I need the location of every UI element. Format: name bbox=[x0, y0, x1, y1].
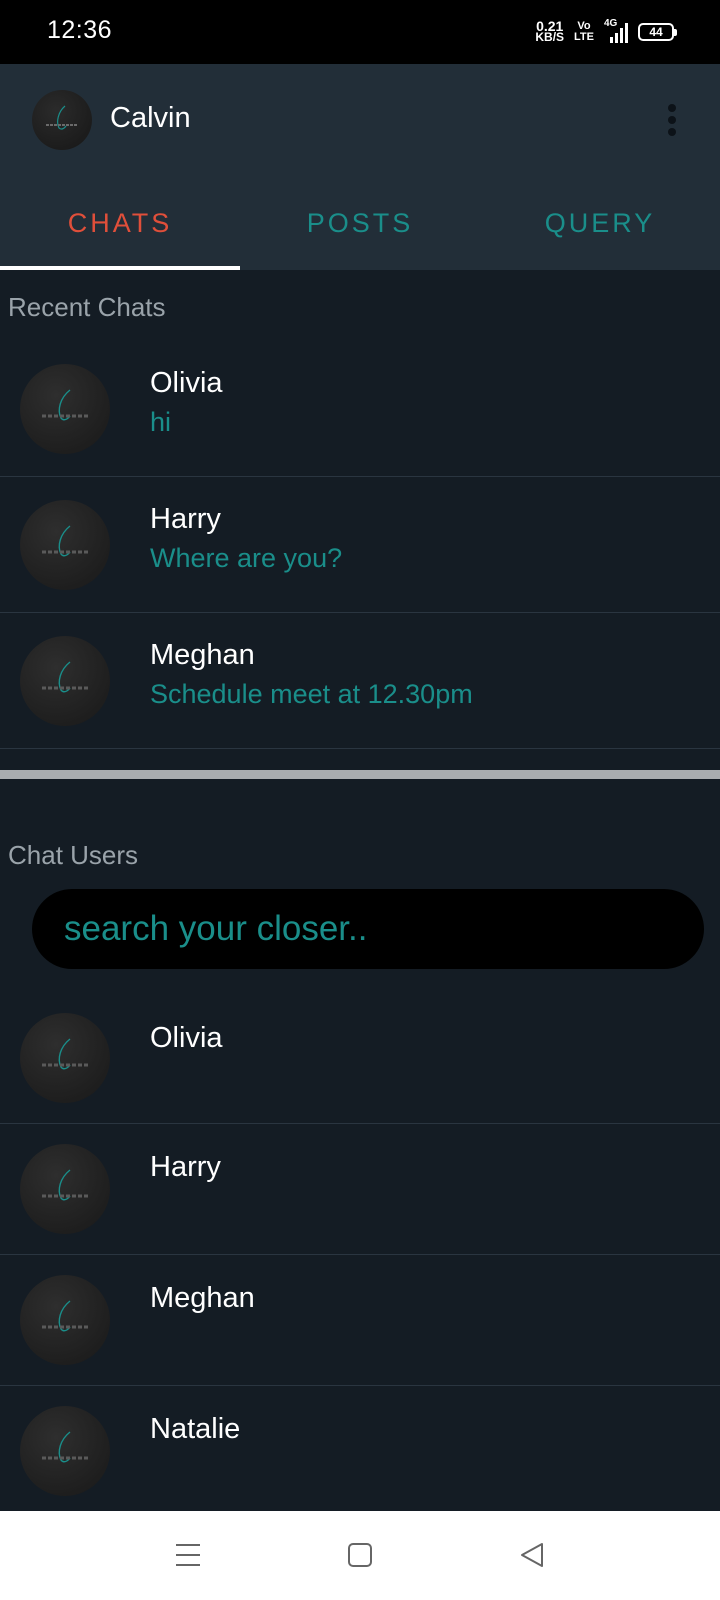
user-name: Meghan bbox=[150, 1282, 255, 1314]
avatar-logo-icon bbox=[42, 1431, 88, 1463]
back-triangle-icon[interactable] bbox=[510, 1533, 554, 1577]
chat-users-title: Chat Users bbox=[8, 840, 139, 870]
profile-avatar[interactable] bbox=[32, 90, 92, 150]
chat-name: Harry bbox=[150, 503, 221, 535]
avatar-logo-icon bbox=[42, 525, 88, 557]
avatar bbox=[20, 500, 110, 590]
search-input[interactable] bbox=[64, 909, 704, 949]
system-nav-bar bbox=[0, 1511, 720, 1600]
more-vert-icon[interactable] bbox=[660, 100, 684, 140]
chat-user-row[interactable]: Harry bbox=[0, 1124, 720, 1255]
avatar-logo-icon bbox=[42, 661, 88, 693]
chat-user-row[interactable]: Natalie bbox=[0, 1386, 720, 1511]
avatar bbox=[20, 364, 110, 454]
status-time: 12:36 bbox=[47, 16, 113, 44]
network-speed: 0.21 KB/S bbox=[535, 18, 565, 44]
avatar-logo-icon bbox=[42, 1169, 88, 1201]
recent-chat-row[interactable]: Harry Where are you? bbox=[0, 477, 720, 613]
tab-query[interactable]: QUERY bbox=[480, 176, 720, 270]
chat-last-message: Where are you? bbox=[150, 543, 343, 573]
section-divider bbox=[0, 770, 720, 779]
avatar bbox=[20, 1144, 110, 1234]
avatar-logo-icon bbox=[42, 389, 88, 421]
volte-icon: Vo LTE bbox=[574, 20, 594, 43]
status-icons: 0.21 KB/S Vo LTE 4G 44 bbox=[535, 18, 677, 46]
chat-last-message: Schedule meet at 12.30pm bbox=[150, 679, 473, 709]
avatar-logo-icon bbox=[42, 1038, 88, 1070]
user-name: Natalie bbox=[150, 1413, 241, 1445]
app-header: Calvin CHATS POSTS QUERY bbox=[0, 64, 720, 270]
avatar bbox=[20, 636, 110, 726]
avatar-logo-icon bbox=[42, 1300, 88, 1332]
tab-posts[interactable]: POSTS bbox=[240, 176, 480, 270]
tab-bar: CHATS POSTS QUERY bbox=[0, 176, 720, 270]
chat-last-message: hi bbox=[150, 407, 172, 437]
home-square-icon[interactable] bbox=[338, 1533, 382, 1577]
brand-logo-icon bbox=[46, 105, 78, 130]
recent-chat-row[interactable]: Meghan Schedule meet at 12.30pm bbox=[0, 613, 720, 749]
chat-name: Olivia bbox=[150, 367, 223, 399]
avatar bbox=[20, 1275, 110, 1365]
user-name: Olivia bbox=[150, 1022, 223, 1054]
battery-icon: 44 bbox=[638, 23, 677, 41]
status-bar: 12:36 0.21 KB/S Vo LTE 4G 44 bbox=[0, 0, 720, 64]
search-bar[interactable] bbox=[32, 889, 704, 969]
user-name: Calvin bbox=[110, 102, 191, 134]
avatar bbox=[20, 1013, 110, 1103]
menu-icon[interactable] bbox=[166, 1533, 210, 1577]
signal-icon: 4G bbox=[604, 18, 628, 43]
avatar bbox=[20, 1406, 110, 1496]
chat-name: Meghan bbox=[150, 639, 255, 671]
tab-chats[interactable]: CHATS bbox=[0, 176, 240, 270]
chat-user-row[interactable]: Meghan bbox=[0, 1255, 720, 1386]
active-tab-indicator bbox=[0, 266, 240, 270]
recent-chats-title: Recent Chats bbox=[8, 292, 166, 322]
recent-chat-row[interactable]: Olivia hi bbox=[0, 341, 720, 477]
user-name: Harry bbox=[150, 1151, 221, 1183]
chat-user-row[interactable]: Olivia bbox=[0, 1003, 720, 1124]
